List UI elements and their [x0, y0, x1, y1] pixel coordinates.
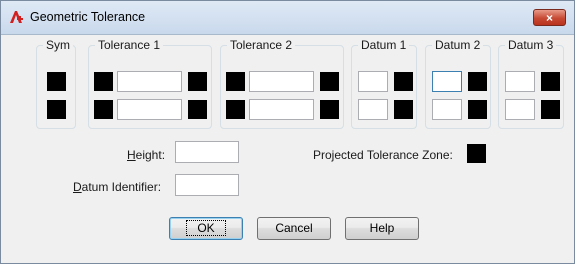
- autocad-icon: [10, 11, 23, 23]
- datum-identifier-label: Datum Identifier:: [73, 180, 162, 194]
- close-icon: ×: [545, 11, 553, 25]
- projected-tolerance-zone-swatch[interactable]: [467, 144, 486, 163]
- geometric-tolerance-dialog: Geometric Tolerance × Sym Tolerance 1 To…: [0, 0, 575, 264]
- tolerance2-group-label: Tolerance 2: [227, 38, 296, 52]
- datum3-mc-swatch-1[interactable]: [541, 72, 560, 91]
- tolerance2-dia-swatch-2[interactable]: [226, 100, 245, 119]
- tolerance1-mc-swatch-2[interactable]: [188, 100, 207, 119]
- datum3-group: Datum 3: [498, 38, 564, 129]
- height-label: Height:: [127, 148, 166, 162]
- tolerance2-mc-swatch-2[interactable]: [320, 100, 339, 119]
- datum2-value-2[interactable]: [432, 99, 462, 120]
- tolerance1-group-label: Tolerance 1: [95, 38, 164, 52]
- datum-identifier-input[interactable]: [175, 174, 239, 196]
- tolerance2-dia-swatch-1[interactable]: [226, 72, 245, 91]
- tolerance2-value-2[interactable]: [249, 99, 314, 120]
- datum3-mc-swatch-2[interactable]: [541, 100, 560, 119]
- datum1-mc-swatch-2[interactable]: [394, 100, 413, 119]
- dialog-client-area: Sym Tolerance 1 Tolerance 2 Datum 1 Datu…: [8, 35, 567, 257]
- datum2-group: Datum 2: [425, 38, 491, 129]
- datum2-mc-swatch-1[interactable]: [468, 72, 487, 91]
- cancel-button[interactable]: Cancel: [257, 217, 331, 240]
- sym-group-label: Sym: [43, 38, 73, 52]
- datum3-group-label: Datum 3: [505, 38, 557, 52]
- datum1-mc-swatch-1[interactable]: [394, 72, 413, 91]
- sym-group: Sym: [36, 38, 76, 129]
- tolerance1-dia-swatch-2[interactable]: [94, 100, 113, 119]
- tolerance2-group: Tolerance 2: [220, 38, 344, 129]
- datum2-value-1[interactable]: [432, 71, 462, 92]
- tolerance1-value-1[interactable]: [117, 71, 182, 92]
- datum3-value-1[interactable]: [505, 71, 535, 92]
- tolerance2-value-1[interactable]: [249, 71, 314, 92]
- datum1-value-2[interactable]: [358, 99, 388, 120]
- datum1-group: Datum 1: [351, 38, 417, 129]
- projected-tolerance-zone-label: Projected Tolerance Zone:: [313, 148, 453, 162]
- window-title: Geometric Tolerance: [30, 10, 146, 24]
- tolerance1-group: Tolerance 1: [88, 38, 212, 129]
- height-input[interactable]: [175, 141, 239, 163]
- tolerance1-dia-swatch-1[interactable]: [94, 72, 113, 91]
- datum1-group-label: Datum 1: [358, 38, 410, 52]
- ok-button[interactable]: OK: [169, 217, 243, 240]
- sym-swatch-2[interactable]: [47, 100, 66, 119]
- close-button[interactable]: ×: [533, 9, 566, 26]
- datum1-value-1[interactable]: [358, 71, 388, 92]
- tolerance2-mc-swatch-1[interactable]: [320, 72, 339, 91]
- datum2-mc-swatch-2[interactable]: [468, 100, 487, 119]
- tolerance1-mc-swatch-1[interactable]: [188, 72, 207, 91]
- datum3-value-2[interactable]: [505, 99, 535, 120]
- help-button[interactable]: Help: [345, 217, 419, 240]
- title-bar: Geometric Tolerance ×: [1, 1, 574, 35]
- tolerance1-value-2[interactable]: [117, 99, 182, 120]
- datum2-group-label: Datum 2: [432, 38, 484, 52]
- sym-swatch-1[interactable]: [47, 72, 66, 91]
